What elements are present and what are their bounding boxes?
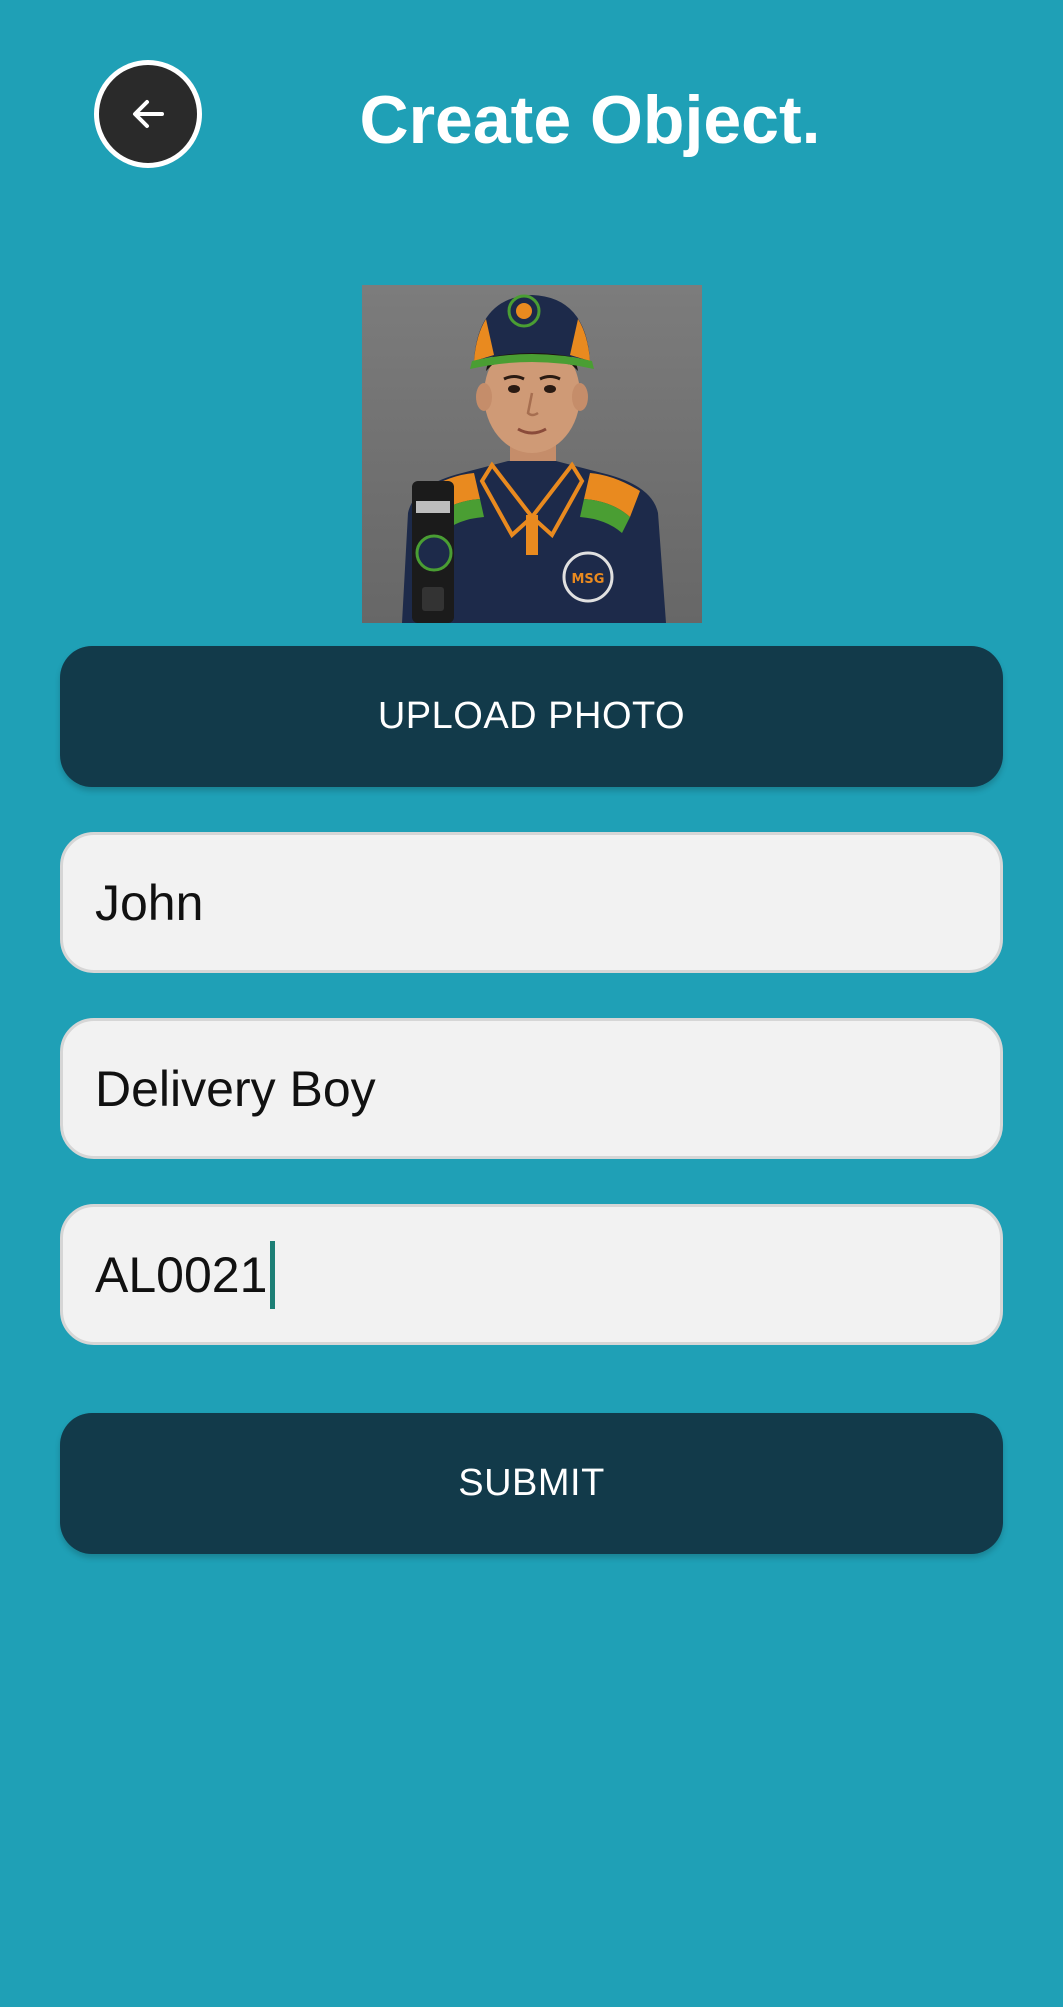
role-field-value: Delivery Boy — [95, 1060, 376, 1117]
role-field[interactable]: Delivery Boy — [60, 1018, 1003, 1159]
shirt-logo-text: MSG — [572, 572, 605, 587]
name-field[interactable]: John — [60, 832, 1003, 973]
delivery-person-image: MSG — [402, 294, 666, 623]
text-caret — [270, 1240, 276, 1309]
page-title: Create Object. — [359, 82, 821, 158]
code-field[interactable]: AL0021 — [60, 1204, 1003, 1345]
back-button[interactable] — [94, 60, 202, 168]
code-field-value: AL0021 — [95, 1246, 268, 1303]
create-object-screen: Create Object. MSG UPLOAD PHOTO John Del… — [0, 0, 1063, 2007]
name-field-value: John — [95, 874, 204, 931]
arrow-left-icon — [133, 100, 164, 128]
submit-button[interactable]: SUBMIT — [60, 1413, 1003, 1554]
profile-photo: MSG — [362, 285, 702, 623]
upload-photo-button[interactable]: UPLOAD PHOTO — [60, 646, 1003, 787]
